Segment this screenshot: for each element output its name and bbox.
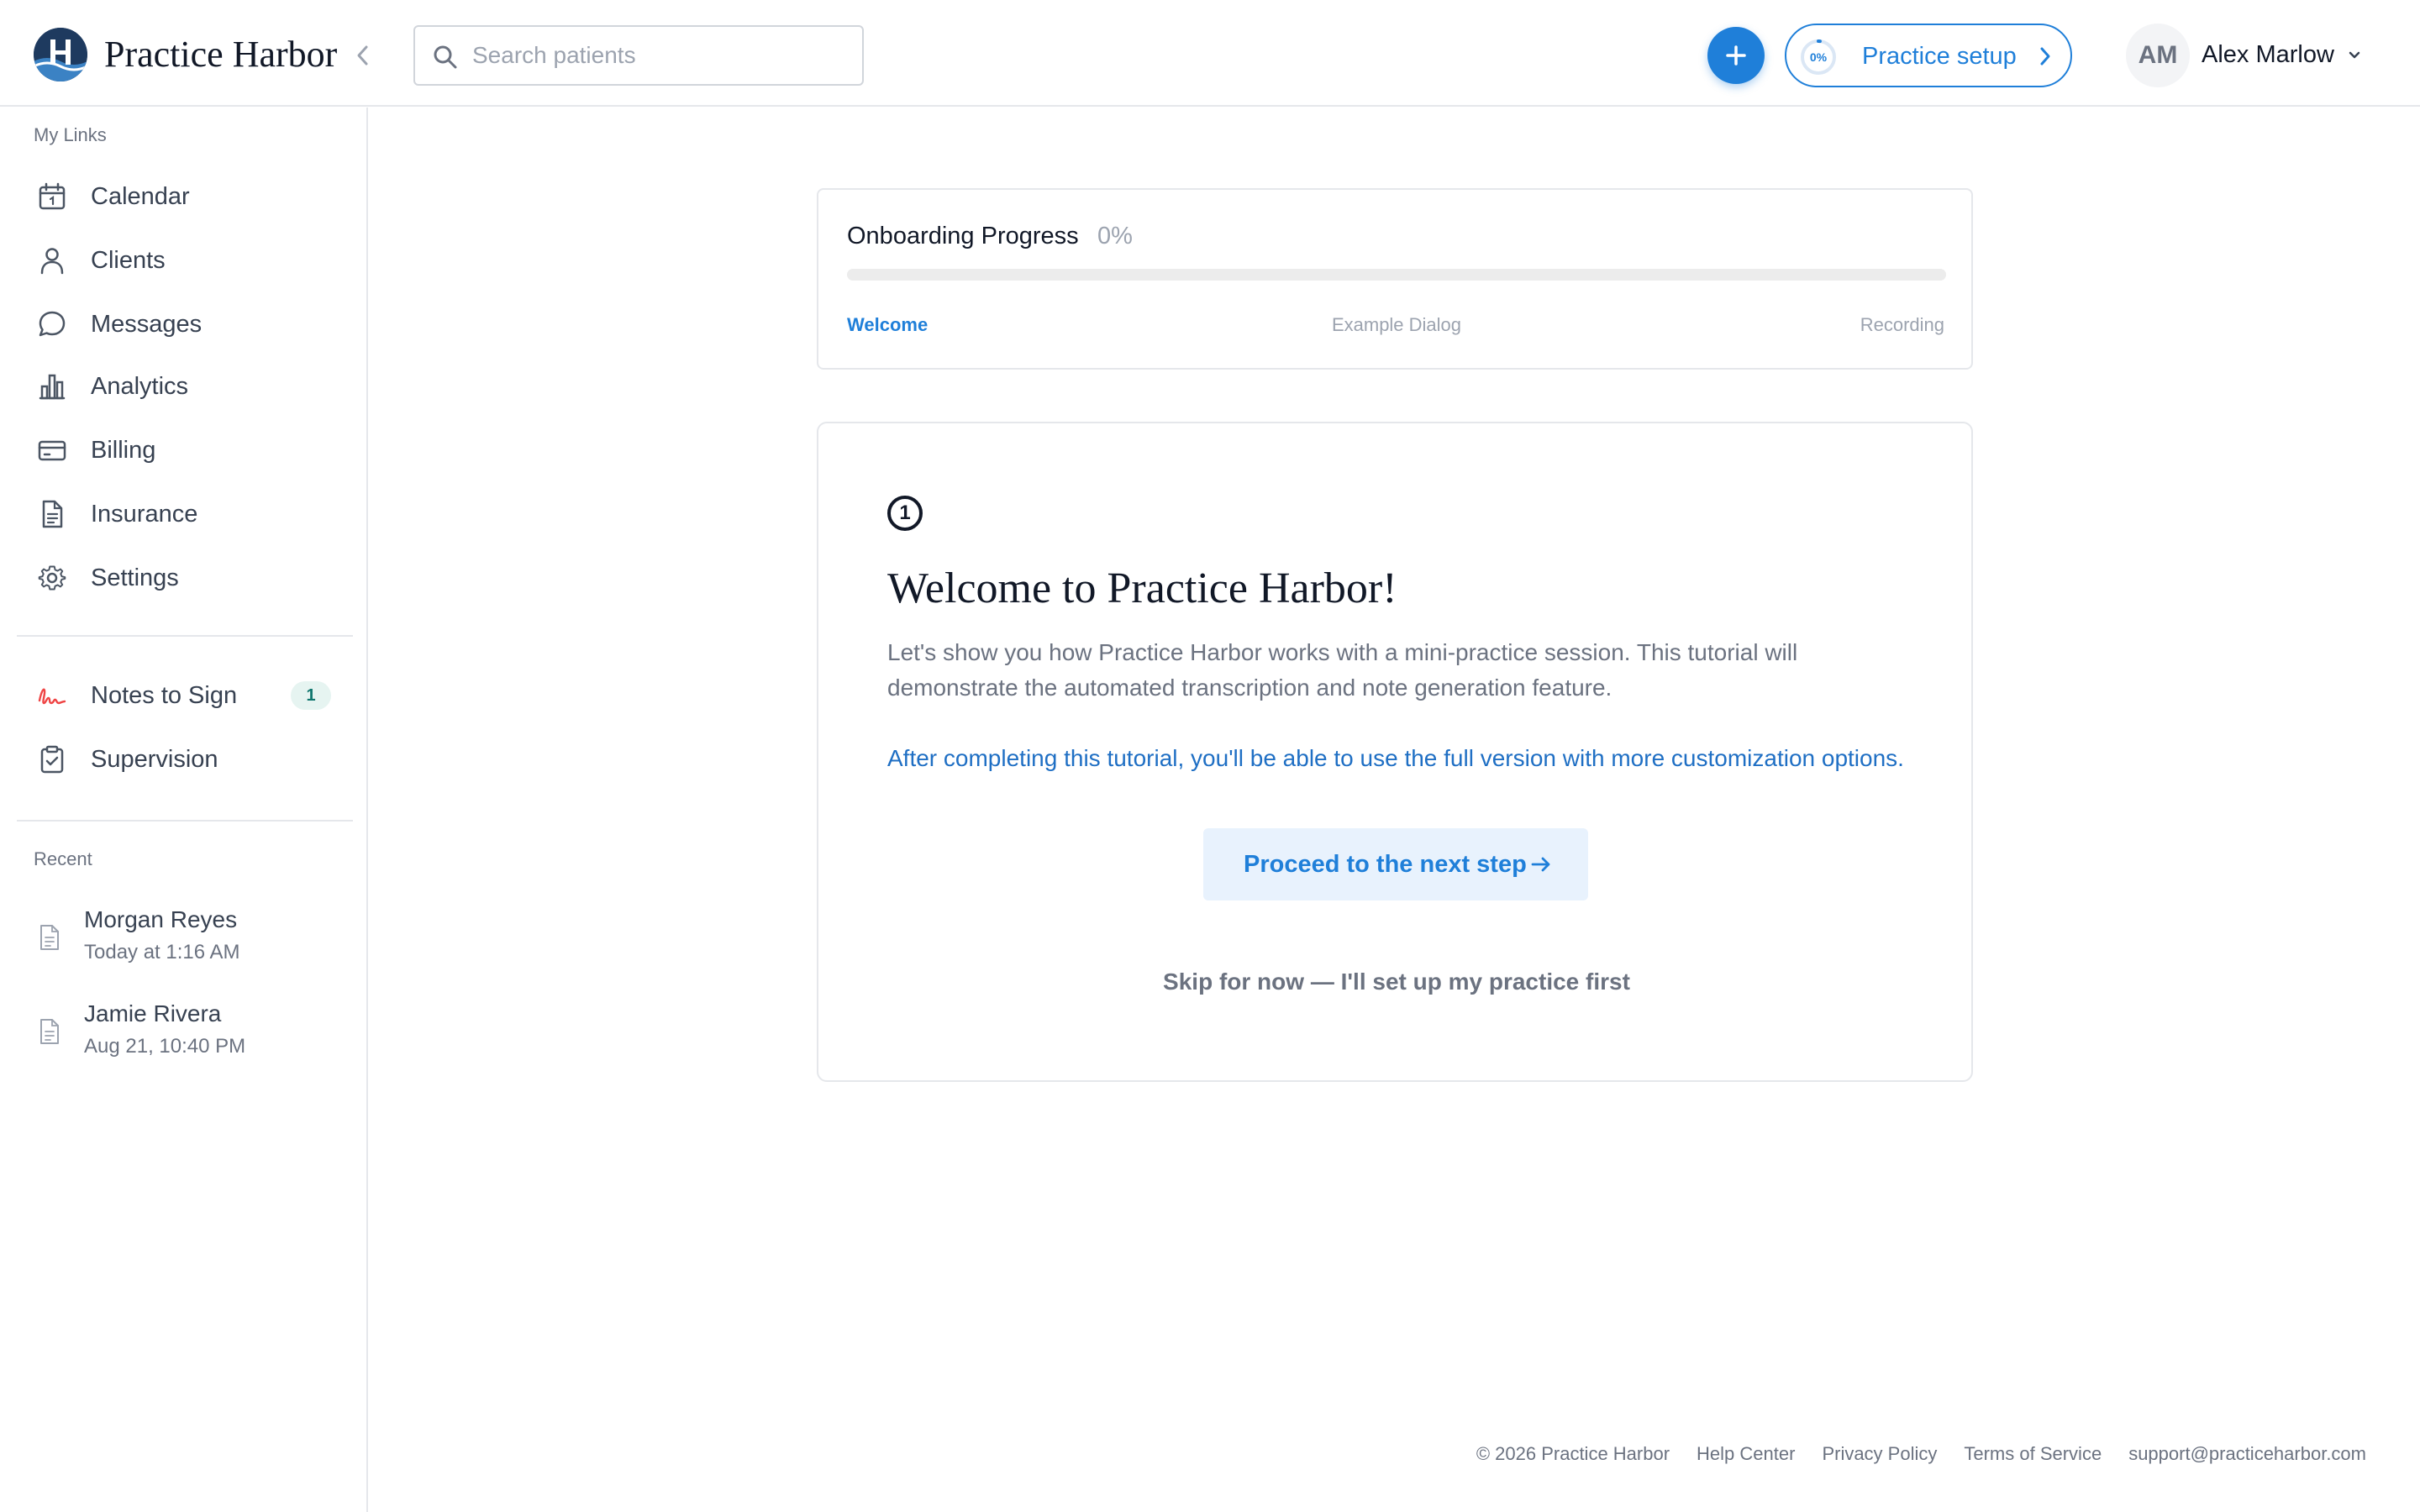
sidebar-item-label: Settings [91, 564, 179, 591]
sidebar-item-label: Insurance [91, 501, 198, 528]
sidebar-item-label: Messages [91, 311, 203, 338]
recent-timestamp: Today at 1:16 AM [84, 941, 240, 963]
sidebar-item-insurance[interactable]: Insurance [17, 487, 350, 541]
credit-card-icon [38, 440, 66, 461]
clipboard-check-icon [40, 745, 64, 774]
footer: © 2026 Practice Harbor Help Center Priva… [1476, 1443, 2366, 1465]
user-icon [40, 248, 64, 275]
practice-setup-button[interactable]: 0% Practice setup [1785, 24, 2072, 87]
onboarding-progress-bar [847, 269, 1946, 281]
sidebar: My Links Calendar Clients Messages Analy… [0, 108, 368, 1512]
sidebar-item-settings[interactable]: Settings [17, 551, 350, 605]
arrow-right-icon [1531, 857, 1550, 872]
document-icon [42, 500, 63, 528]
sidebar-divider [17, 820, 353, 822]
gear-icon [38, 565, 66, 591]
sidebar-item-messages[interactable]: Messages [17, 297, 350, 351]
sidebar-item-label: Supervision [91, 746, 218, 773]
bar-chart-icon [39, 374, 66, 400]
plus-icon [1726, 45, 1746, 66]
recent-client-name: Jamie Rivera [84, 1000, 222, 1026]
recent-timestamp: Aug 21, 10:40 PM [84, 1035, 246, 1058]
collapse-sidebar-button[interactable] [348, 39, 376, 72]
add-new-button[interactable] [1707, 27, 1765, 84]
signature-icon [38, 688, 66, 705]
sidebar-item-billing[interactable]: Billing [17, 423, 350, 477]
proceed-button-label: Proceed to the next step [1244, 851, 1527, 878]
welcome-description: Let's show you how Practice Harbor works… [887, 639, 1798, 701]
onboarding-progress-percent: 0% [1097, 223, 1133, 249]
chevron-down-icon[interactable] [2346, 47, 2363, 64]
footer-link-help-center[interactable]: Help Center [1697, 1443, 1795, 1465]
welcome-note: After completing this tutorial, you'll b… [887, 745, 1904, 771]
document-icon [40, 925, 59, 950]
step-example-dialog-wrapper: Example Dialog [818, 314, 1975, 336]
setup-progress-text: 0% [1809, 50, 1828, 64]
search-icon [434, 45, 457, 69]
proceed-next-step-button[interactable]: Proceed to the next step [1203, 828, 1588, 900]
chevron-right-icon [2040, 47, 2050, 66]
document-icon [40, 1019, 59, 1044]
step-example-dialog[interactable]: Example Dialog [1332, 314, 1461, 335]
harbor-logo-icon[interactable] [34, 28, 87, 81]
step-number-badge: 1 [887, 496, 923, 531]
sidebar-item-label: Notes to Sign [91, 682, 238, 709]
recent-client-name: Morgan Reyes [84, 906, 238, 932]
calendar-icon [39, 182, 66, 210]
sidebar-divider [17, 635, 353, 637]
sidebar-item-supervision[interactable]: Supervision [17, 732, 350, 786]
footer-link-privacy-policy[interactable]: Privacy Policy [1822, 1443, 1937, 1465]
practice-setup-label: Practice setup [1862, 43, 2017, 70]
footer-copyright: © 2026 Practice Harbor [1476, 1443, 1670, 1464]
welcome-title: Welcome to Practice Harbor! [887, 564, 1397, 612]
sidebar-item-calendar[interactable]: Calendar [17, 170, 350, 223]
my-links-title: My Links [34, 124, 107, 145]
chat-bubble-icon [39, 311, 66, 337]
footer-support-email[interactable]: support@practiceharbor.com [2128, 1443, 2366, 1465]
sidebar-item-label: Analytics [91, 373, 189, 400]
step-welcome[interactable]: Welcome [847, 314, 928, 336]
top-header: Practice Harbor 0% Practice setup AM Ale… [0, 0, 2420, 107]
recent-item[interactable]: Morgan Reyes Today at 1:16 AM [17, 904, 350, 984]
chevron-left-icon [357, 45, 368, 66]
count-badge: 1 [291, 681, 331, 710]
sidebar-item-analytics[interactable]: Analytics [17, 360, 350, 413]
sidebar-item-label: Calendar [91, 183, 190, 210]
skip-link-row: Skip for now — I'll set up my practice f… [818, 968, 1975, 996]
avatar[interactable]: AM [2126, 24, 2190, 87]
onboarding-progress-title: Onboarding Progress [847, 223, 1079, 249]
recent-title: Recent [34, 848, 92, 869]
search-box [413, 25, 864, 86]
sidebar-item-clients[interactable]: Clients [17, 234, 350, 287]
sidebar-item-label: Clients [91, 247, 166, 274]
user-name[interactable]: Alex Marlow [2202, 40, 2334, 69]
skip-for-now-link[interactable]: Skip for now — I'll set up my practice f… [1163, 969, 1630, 995]
sidebar-item-label: Billing [91, 437, 156, 464]
brand-name[interactable]: Practice Harbor [104, 30, 337, 79]
onboarding-progress-card: Onboarding Progress 0% Welcome Example D… [817, 188, 1973, 370]
step-recording[interactable]: Recording [1860, 314, 1944, 336]
footer-link-terms-of-service[interactable]: Terms of Service [1964, 1443, 2102, 1465]
sidebar-item-notes-to-sign[interactable]: Notes to Sign 1 [17, 669, 350, 722]
recent-item[interactable]: Jamie Rivera Aug 21, 10:40 PM [17, 998, 350, 1079]
welcome-card: 1 Welcome to Practice Harbor! Let's show… [817, 422, 1973, 1082]
search-input[interactable] [472, 29, 842, 82]
